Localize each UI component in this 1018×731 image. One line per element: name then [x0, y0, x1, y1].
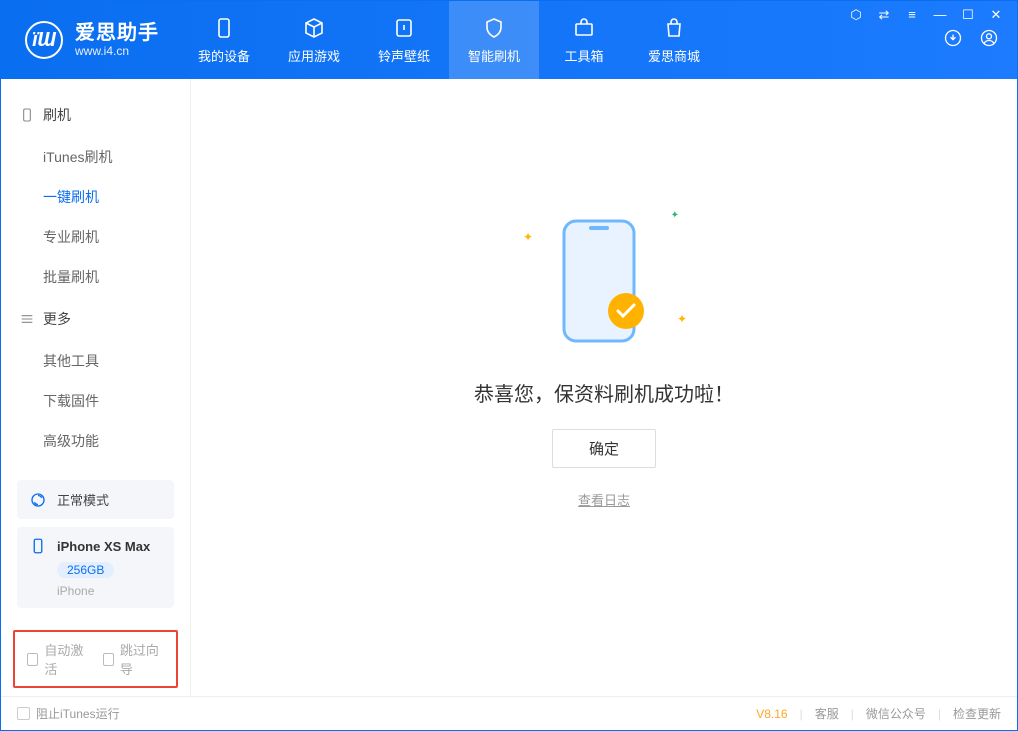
- nav-label: 铃声壁纸: [378, 46, 430, 65]
- checkbox-prevent-itunes[interactable]: 阻止iTunes运行: [17, 705, 120, 722]
- device-row[interactable]: iPhone XS Max 256GB iPhone: [17, 527, 174, 608]
- section-title: 刷机: [43, 105, 71, 125]
- sidebar-item-oneclick-flash[interactable]: 一键刷机: [1, 177, 190, 217]
- sidebar: 刷机 iTunes刷机 一键刷机 专业刷机 批量刷机 更多 其他工具 下载固件 …: [1, 79, 191, 696]
- nav-apps-games[interactable]: 应用游戏: [269, 1, 359, 79]
- device-name: iPhone XS Max: [57, 539, 150, 554]
- logo-icon: ïƜ: [25, 21, 63, 59]
- sidebar-item-batch-flash[interactable]: 批量刷机: [1, 257, 190, 297]
- checkbox-label: 阻止iTunes运行: [36, 705, 120, 722]
- minimize-button[interactable]: —: [931, 7, 949, 23]
- shield-icon: [482, 16, 506, 40]
- app-body: 刷机 iTunes刷机 一键刷机 专业刷机 批量刷机 更多 其他工具 下载固件 …: [1, 79, 1017, 696]
- mode-label: 正常模式: [57, 490, 109, 509]
- main-nav: 我的设备 应用游戏 铃声壁纸 智能刷机 工具箱 爱思商城: [179, 1, 719, 79]
- mode-row[interactable]: 正常模式: [17, 480, 174, 519]
- success-illustration: ✦ ✦ ✦: [539, 206, 669, 356]
- checkbox-label: 自动激活: [44, 640, 88, 678]
- checkbox-label: 跳过向导: [120, 640, 164, 678]
- more-list: 其他工具 下载固件 高级功能: [1, 337, 190, 465]
- maximize-button[interactable]: ☐: [959, 7, 977, 23]
- footer-right: V8.16 | 客服 | 微信公众号 | 检查更新: [756, 705, 1001, 722]
- nav-my-device[interactable]: 我的设备: [179, 1, 269, 79]
- app-header: ⬡ ⇄ ≡ — ☐ ✕ ïƜ 爱思助手 www.i4.cn 我的设备 应用游戏: [1, 1, 1017, 79]
- sparkle-icon: ✦: [677, 312, 687, 326]
- sidebar-item-itunes-flash[interactable]: iTunes刷机: [1, 137, 190, 177]
- user-icon[interactable]: [979, 28, 999, 53]
- sidebar-options: 自动激活 跳过向导: [13, 630, 178, 688]
- titlebar-controls: ⬡ ⇄ ≡ — ☐ ✕: [847, 7, 1005, 23]
- main-panel: ✦ ✦ ✦ 恭喜您，保资料刷机成功啦！ 确定 查看日志: [191, 79, 1017, 696]
- status-bar: 阻止iTunes运行 V8.16 | 客服 | 微信公众号 | 检查更新: [1, 696, 1017, 730]
- menu-icon[interactable]: ≡: [903, 7, 921, 23]
- device-block: 正常模式 iPhone XS Max 256GB iPhone: [1, 468, 190, 630]
- nav-label: 爱思商城: [648, 46, 700, 65]
- sidebar-item-other-tools[interactable]: 其他工具: [1, 341, 190, 381]
- device-storage: 256GB: [57, 562, 114, 578]
- logo-block: ïƜ 爱思助手 www.i4.cn: [1, 1, 179, 79]
- nav-label: 我的设备: [198, 46, 250, 65]
- sidebar-item-advanced[interactable]: 高级功能: [1, 421, 190, 461]
- sidebar-section-flash: 刷机: [1, 97, 190, 133]
- phone-icon: [29, 537, 47, 555]
- nav-label: 智能刷机: [468, 46, 520, 65]
- checkbox-skip-guide[interactable]: 跳过向导: [103, 640, 165, 678]
- sparkle-icon: ✦: [523, 230, 533, 244]
- nav-label: 应用游戏: [288, 46, 340, 65]
- sidebar-section-more: 更多: [1, 301, 190, 337]
- section-title: 更多: [43, 309, 71, 329]
- device-icon: [212, 16, 236, 40]
- list-icon: [19, 311, 35, 327]
- flash-list: iTunes刷机 一键刷机 专业刷机 批量刷机: [1, 133, 190, 301]
- sparkle-icon: ✦: [671, 210, 679, 221]
- device-type: iPhone: [57, 584, 94, 598]
- nav-smart-flash[interactable]: 智能刷机: [449, 1, 539, 79]
- bag-icon: [662, 16, 686, 40]
- check-update-link[interactable]: 检查更新: [953, 705, 1001, 722]
- app-subtitle: www.i4.cn: [75, 45, 159, 59]
- support-link[interactable]: 客服: [815, 705, 839, 722]
- sync-icon: [29, 491, 47, 509]
- app-title: 爱思助手: [75, 22, 159, 45]
- view-log-link[interactable]: 查看日志: [578, 490, 630, 509]
- phone-outline-icon: [19, 107, 35, 123]
- checkbox-icon: [27, 653, 38, 666]
- nav-label: 工具箱: [564, 46, 603, 65]
- wechat-link[interactable]: 微信公众号: [866, 705, 926, 722]
- cube-icon: [302, 16, 326, 40]
- success-message: 恭喜您，保资料刷机成功啦！: [474, 378, 734, 407]
- download-icon[interactable]: [943, 28, 963, 53]
- checkbox-auto-activate[interactable]: 自动激活: [27, 640, 89, 678]
- exchange-icon[interactable]: ⇄: [875, 7, 893, 23]
- nav-toolbox[interactable]: 工具箱: [539, 1, 629, 79]
- shirt-icon[interactable]: ⬡: [847, 7, 865, 23]
- toolbox-icon: [572, 16, 596, 40]
- checkbox-icon: [103, 653, 114, 666]
- nav-store[interactable]: 爱思商城: [629, 1, 719, 79]
- nav-ringtones-wallpapers[interactable]: 铃声壁纸: [359, 1, 449, 79]
- sidebar-item-pro-flash[interactable]: 专业刷机: [1, 217, 190, 257]
- version-label: V8.16: [756, 707, 787, 721]
- app-window: ⬡ ⇄ ≡ — ☐ ✕ ïƜ 爱思助手 www.i4.cn 我的设备 应用游戏: [0, 0, 1018, 731]
- sidebar-item-download-firmware[interactable]: 下载固件: [1, 381, 190, 421]
- music-icon: [392, 16, 416, 40]
- confirm-button[interactable]: 确定: [552, 429, 656, 468]
- close-button[interactable]: ✕: [987, 7, 1005, 23]
- checkbox-icon: [17, 707, 30, 720]
